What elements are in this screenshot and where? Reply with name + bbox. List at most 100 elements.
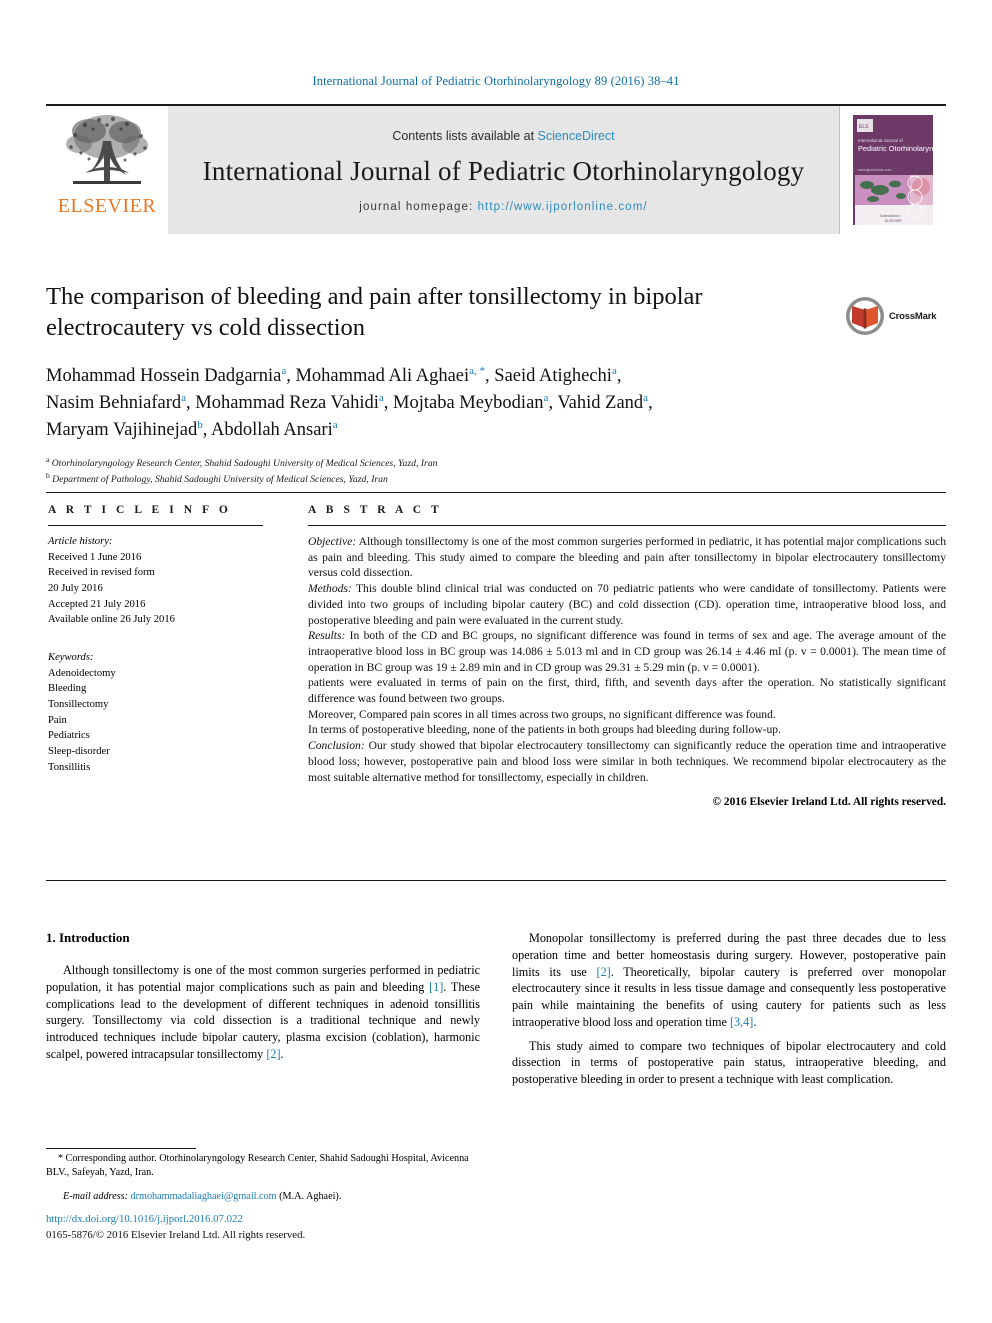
article-page: International Journal of Pediatric Otorh… [0, 0, 992, 1323]
info-top-rule [46, 492, 946, 493]
elsevier-tree-icon [55, 111, 159, 195]
affiliation-mark: a, * [469, 364, 486, 377]
footnote-rule [46, 1148, 196, 1149]
journal-homepage-link[interactable]: http://www.ijporlonline.com/ [478, 201, 648, 213]
journal-masthead: ELSEVIER Contents lists available at Sci… [46, 104, 946, 234]
methods-label: Methods: [308, 582, 352, 596]
affiliation-mark: a [181, 392, 187, 405]
affiliation-mark: b [197, 419, 203, 432]
abstract-section: A B S T R A C T Objective: Although tons… [308, 504, 946, 820]
author-name: Mohammad Ali Aghaei [295, 365, 470, 386]
keywords-label: Keywords: [48, 652, 94, 664]
affiliation-mark: a [611, 364, 617, 377]
keyword-item: Sleep-disorder [48, 746, 110, 758]
doi-link[interactable]: http://dx.doi.org/10.1016/j.ijporl.2016.… [46, 1212, 546, 1228]
svg-text:ELSEVIER: ELSEVIER [885, 219, 902, 223]
author-name: Abdollah Ansari [210, 420, 333, 441]
body-column-right: Monopolar tonsillectomy is preferred dur… [512, 930, 946, 1095]
email-label: E-mail address: [63, 1190, 128, 1202]
affiliation-text: Otorhinolaryngology Research Center, Sha… [51, 457, 438, 469]
svg-text:ELS: ELS [859, 124, 869, 130]
citation-link[interactable]: [2] [597, 965, 611, 979]
keyword-item: Adenoidectomy [48, 667, 116, 679]
journal-homepage-line: journal homepage: http://www.ijporlonlin… [359, 201, 647, 213]
keyword-item: Tonsillectomy [48, 699, 109, 711]
abstract-results-extra-1: patients were evaluated in terms of pain… [308, 676, 946, 706]
results-label: Results: [308, 629, 346, 643]
intro-p2-part-c: . [753, 1014, 757, 1029]
affiliation-b: b Department of Pathology, Shahid Sadoug… [46, 471, 836, 487]
article-info-rule [48, 525, 263, 526]
contents-available-line: Contents lists available at ScienceDirec… [392, 129, 614, 143]
journal-cover-thumbnail[interactable]: ELS International Journal of Pediatric O… [839, 106, 946, 234]
accepted-date: Accepted 21 July 2016 [48, 598, 146, 610]
citation-link[interactable]: [3,4] [730, 1015, 753, 1029]
contents-prefix: Contents lists available at [392, 128, 538, 143]
results-text: In both of the CD and BC groups, no sign… [308, 629, 946, 674]
objective-text: Although tonsillectomy is one of the mos… [308, 535, 946, 580]
doi-block: http://dx.doi.org/10.1016/j.ijporl.2016.… [46, 1212, 546, 1243]
affiliation-a: a Otorhinolaryngology Research Center, S… [46, 455, 836, 471]
affiliation-mark: a [281, 364, 287, 377]
article-title: The comparison of bleeding and pain afte… [46, 283, 703, 341]
abstract-rule [308, 525, 946, 526]
svg-text:ScienceDirect: ScienceDirect [880, 214, 900, 218]
affiliation-key: a [46, 454, 50, 464]
author-list: Mohammad Hossein Dadgarniaa, Mohammad Al… [46, 364, 653, 441]
affiliation-mark: a [543, 392, 549, 405]
crossmark-label: CrossMark [889, 310, 937, 322]
email-link[interactable]: drmohammadaliaghaei@gmail.com [131, 1191, 277, 1202]
abstract-objective: Objective: Although tonsillectomy is one… [308, 534, 946, 581]
abstract-results-extra-2: Moreover, Compared pain scores in all ti… [308, 707, 776, 721]
footnote-block: * Corresponding author. Otorhinolaryngol… [46, 1152, 480, 1215]
revised-label: Received in revised form [48, 567, 155, 579]
corresponding-author-text: Corresponding author. Otorhinolaryngolog… [46, 1153, 469, 1179]
svg-text:International Journal of: International Journal of [858, 138, 903, 143]
abstract-heading: A B S T R A C T [308, 504, 443, 516]
svg-text:Pediatric Otorhinolaryngology: Pediatric Otorhinolaryngology [858, 144, 939, 153]
keyword-item: Tonsillitis [48, 761, 91, 773]
abstract-bottom-rule [46, 880, 946, 881]
sciencedirect-link[interactable]: ScienceDirect [538, 129, 615, 143]
email-suffix: (M.A. Aghaei). [276, 1190, 342, 1202]
keywords-block: Keywords: Adenoidectomy Bleeding Tonsill… [48, 650, 263, 775]
corresponding-author-note: * Corresponding author. Otorhinolaryngol… [46, 1152, 480, 1181]
conclusion-label: Conclusion: [308, 739, 365, 753]
elsevier-wordmark: ELSEVIER [57, 195, 157, 217]
author-name: Vahid Zand [557, 393, 644, 414]
author-name: Mohammad Hossein Dadgarnia [46, 365, 282, 386]
affiliation-mark: a [332, 419, 338, 432]
author-name: Mojtaba Meybodian [393, 393, 544, 414]
article-history-label: Article history: [48, 536, 113, 547]
introduction-paragraph-3: This study aimed to compare two techniqu… [512, 1038, 946, 1087]
affiliation-text: Department of Pathology, Shahid Sadoughi… [52, 474, 388, 486]
abstract-methods: Methods: This double blind clinical tria… [308, 581, 946, 628]
crossmark-icon [846, 297, 884, 335]
affiliation-key: b [46, 471, 50, 481]
intro-p1-part-c: . [280, 1046, 284, 1061]
author-name: Nasim Behniafard [46, 393, 182, 414]
author-name: Saeid Atighechi [494, 365, 612, 386]
abstract-copyright: © 2016 Elsevier Ireland Ltd. All rights … [712, 796, 946, 809]
article-info-heading: A R T I C L E I N F O [48, 504, 232, 516]
available-online-date: Available online 26 July 2016 [48, 614, 175, 626]
introduction-paragraph-2: Monopolar tonsillectomy is preferred dur… [512, 930, 946, 1031]
citation-link[interactable]: [1] [429, 980, 443, 994]
keyword-item: Pediatrics [48, 730, 90, 742]
article-info-section: A R T I C L E I N F O Article history: R… [48, 504, 263, 775]
homepage-label: journal homepage: [359, 200, 478, 213]
issn-copyright-line: 0165-5876/© 2016 Elsevier Ireland Ltd. A… [46, 1228, 306, 1241]
introduction-heading: 1. Introduction [46, 930, 130, 945]
received-date: Received 1 June 2016 [48, 551, 142, 563]
journal-title: International Journal of Pediatric Otorh… [202, 155, 805, 186]
crossmark-badge[interactable]: CrossMark [845, 288, 945, 344]
affiliation-list: a Otorhinolaryngology Research Center, S… [46, 455, 836, 488]
author-name: Maryam Vajihinejad [46, 420, 198, 441]
abstract-results-extra-3: In terms of postoperative bleeding, none… [308, 723, 781, 737]
email-note: E-mail address: drmohammadaliaghaei@gmai… [46, 1190, 480, 1204]
citation-link[interactable]: [2] [266, 1047, 280, 1061]
affiliation-mark: a [643, 392, 649, 405]
svg-text:www.ijporlonline.com: www.ijporlonline.com [858, 168, 892, 172]
abstract-conclusion: Conclusion: Our study showed that bipola… [308, 738, 946, 785]
elsevier-logo: ELSEVIER [46, 106, 168, 234]
